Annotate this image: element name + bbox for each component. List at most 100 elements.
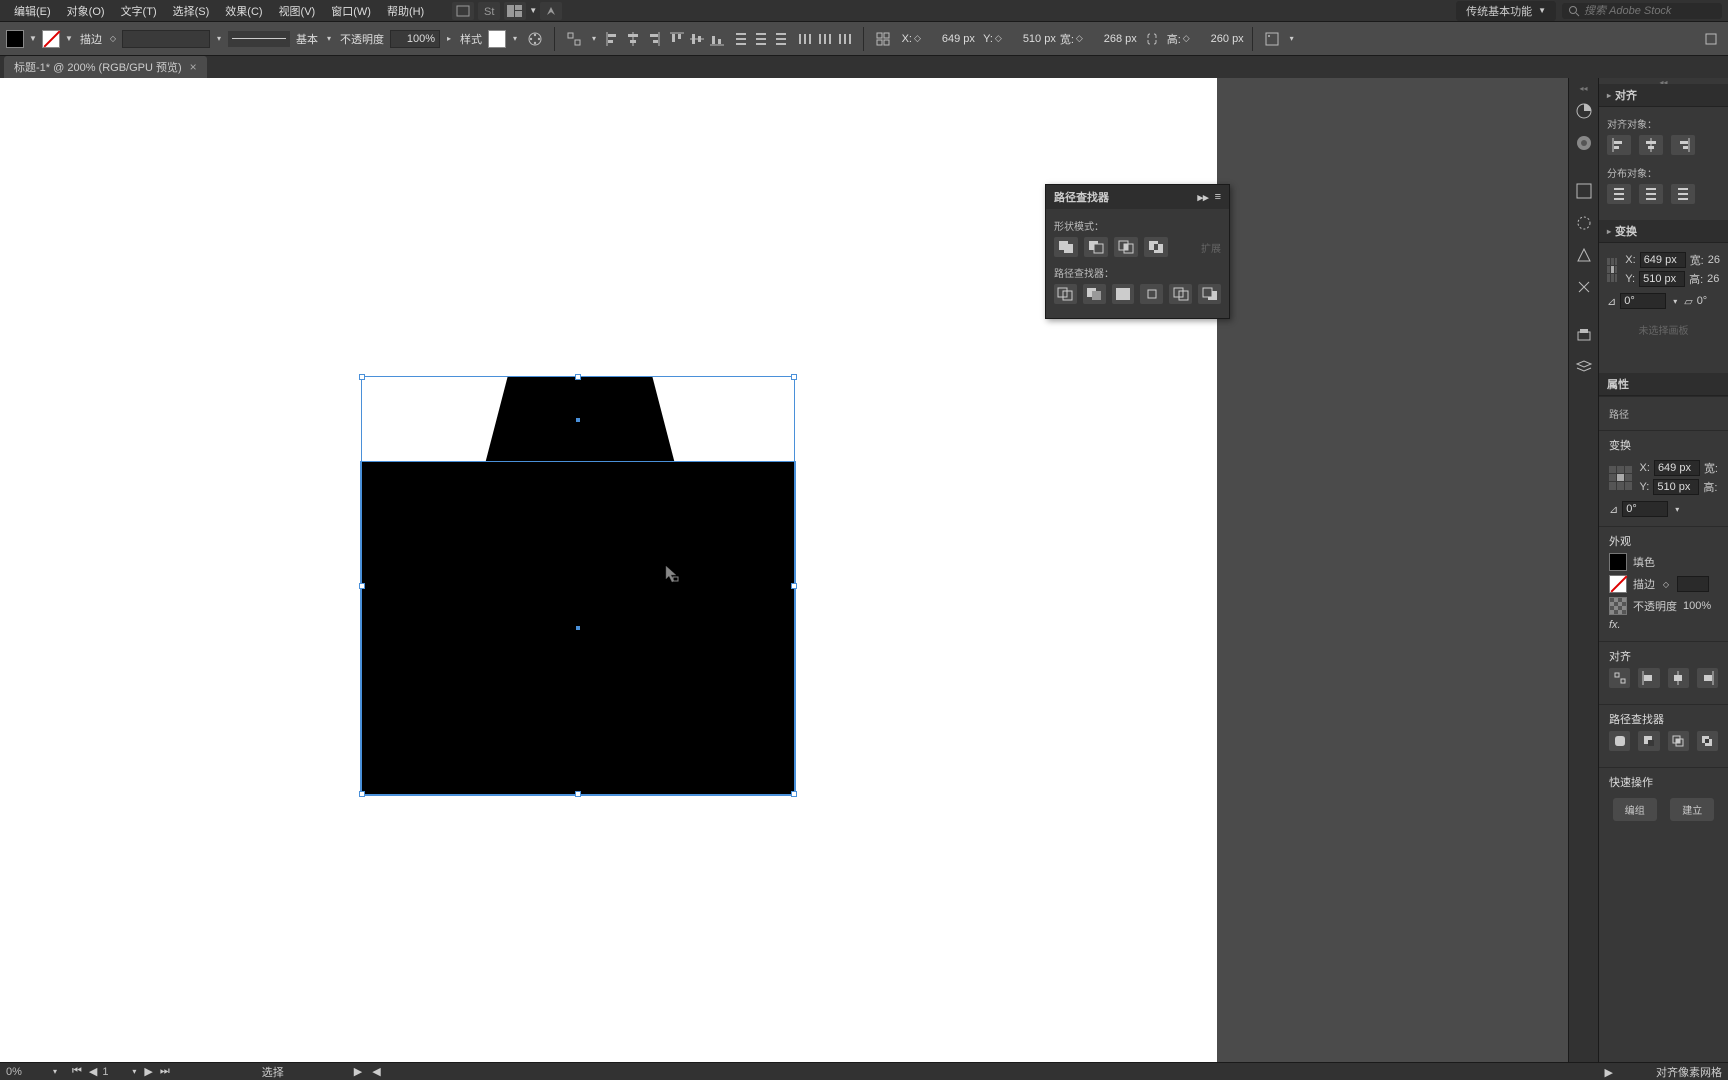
fill-swatch[interactable] <box>6 30 24 48</box>
shape-options-icon[interactable] <box>1261 28 1283 50</box>
gpu-preview-icon[interactable] <box>452 2 474 20</box>
canvas-area[interactable] <box>0 78 1568 1062</box>
menu-object[interactable]: 对象(O) <box>59 0 113 22</box>
intersect-icon[interactable] <box>1114 237 1138 257</box>
stock-icon[interactable]: St <box>478 2 500 20</box>
distribute-hcenter-icon[interactable] <box>815 28 835 50</box>
status-play-icon[interactable]: ▶ <box>354 1065 362 1078</box>
distribute-bottom-icon[interactable] <box>771 28 791 50</box>
stroke-dropdown-icon[interactable]: ▼ <box>64 32 74 46</box>
menu-select[interactable]: 选择(S) <box>165 0 218 22</box>
angle-dropdown-icon[interactable]: ▾ <box>1670 294 1680 308</box>
align-top-icon[interactable] <box>667 28 687 50</box>
pathfinder-header[interactable]: 路径查找器 ▸▸ ≡ <box>1046 185 1229 209</box>
handle-icon[interactable] <box>359 374 365 380</box>
align-left-icon[interactable] <box>603 28 623 50</box>
stroke-panel-icon[interactable] <box>1573 276 1595 298</box>
arrange-dropdown-icon[interactable]: ▼ <box>528 4 538 18</box>
artboard-dropdown-icon[interactable]: ▾ <box>129 1065 139 1079</box>
opacity-dropdown-icon[interactable]: ▸ <box>444 32 454 46</box>
divide-icon[interactable] <box>1054 284 1077 304</box>
distribute-top-icon[interactable] <box>731 28 751 50</box>
prop-opacity-swatch[interactable] <box>1609 597 1627 615</box>
handle-icon[interactable] <box>791 791 797 797</box>
fill-dropdown-icon[interactable]: ▼ <box>28 32 38 46</box>
status-scroll-left-icon[interactable]: ◀ <box>372 1065 380 1078</box>
collapse-icon[interactable]: ▸▸ <box>1198 191 1209 204</box>
isolate-icon[interactable] <box>1700 28 1722 50</box>
dist-vcenter-btn[interactable] <box>1639 184 1663 204</box>
stroke-weight-dropdown-icon[interactable]: ▾ <box>214 32 224 46</box>
align-panel-header[interactable]: ▸ 对齐 <box>1599 84 1728 107</box>
prop-stroke-weight-stepper[interactable]: ◇ <box>1661 577 1671 591</box>
distribute-right-icon[interactable] <box>835 28 855 50</box>
handle-icon[interactable] <box>359 791 365 797</box>
group-button[interactable]: 编组 <box>1613 798 1657 821</box>
selection-bounding-box[interactable] <box>361 376 795 795</box>
pathfinder-panel[interactable]: 路径查找器 ▸▸ ≡ 形状模式： 扩展 路径查找器： <box>1045 184 1230 319</box>
handle-icon[interactable] <box>575 791 581 797</box>
transform-panel-header[interactable]: ▸ 变换 <box>1599 220 1728 243</box>
prop-stroke-weight-input[interactable] <box>1677 576 1709 592</box>
properties-panel-header[interactable]: 属性 <box>1599 373 1728 396</box>
fx-icon[interactable]: fx. <box>1609 619 1621 631</box>
prop-align-to-icon[interactable] <box>1609 668 1630 688</box>
next-artboard-icon[interactable]: ▶ <box>142 1065 154 1079</box>
prop-align-right-icon[interactable] <box>1697 668 1718 688</box>
exclude-icon[interactable] <box>1144 237 1168 257</box>
prop-stroke-swatch[interactable] <box>1609 575 1627 593</box>
align-to-selection-icon[interactable] <box>563 28 585 50</box>
handle-icon[interactable] <box>575 374 581 380</box>
swatches-panel-icon[interactable] <box>1573 180 1595 202</box>
merge-icon[interactable] <box>1112 284 1135 304</box>
stroke-weight-stepper[interactable]: ◇ <box>108 32 118 46</box>
minus-front-icon[interactable] <box>1084 237 1108 257</box>
align-right-btn[interactable] <box>1671 135 1695 155</box>
arrange-docs-icon[interactable] <box>504 2 526 20</box>
h-input[interactable] <box>1192 33 1244 45</box>
artboard[interactable] <box>0 78 1217 1062</box>
tab-close-icon[interactable]: × <box>190 60 197 74</box>
menu-window[interactable]: 窗口(W) <box>323 0 379 22</box>
stroke-profile-dropdown-icon[interactable]: ▾ <box>324 32 334 46</box>
style-dropdown-icon[interactable]: ▾ <box>510 32 520 46</box>
link-xy-icon[interactable]: ◇ <box>914 33 921 44</box>
minus-back-icon[interactable] <box>1198 284 1221 304</box>
outline-icon[interactable] <box>1169 284 1192 304</box>
align-to-dropdown-icon[interactable]: ▾ <box>589 32 599 46</box>
scroll-right-icon[interactable]: ▶ <box>1604 1067 1612 1079</box>
link-wh-icon2[interactable]: ◇ <box>1183 33 1190 44</box>
trim-icon[interactable] <box>1083 284 1106 304</box>
w-input[interactable] <box>1085 33 1137 45</box>
menu-effect[interactable]: 效果(C) <box>217 0 270 22</box>
prop-intersect-icon[interactable] <box>1668 731 1689 751</box>
search-box[interactable] <box>1562 3 1722 19</box>
artboard-input[interactable] <box>102 1065 126 1079</box>
layers-panel-icon[interactable] <box>1573 356 1595 378</box>
recolor-icon[interactable] <box>524 28 546 50</box>
prop-fill-swatch[interactable] <box>1609 553 1627 571</box>
transform-panel-icon[interactable] <box>872 28 894 50</box>
prop-angle-dropdown-icon[interactable]: ▾ <box>1672 502 1682 516</box>
zoom-dropdown-icon[interactable]: ▾ <box>50 1065 60 1079</box>
link-wh-icon[interactable]: ◇ <box>1076 33 1083 44</box>
search-input[interactable] <box>1584 5 1704 17</box>
prop-y-input[interactable] <box>1653 479 1699 495</box>
link-wh-toggle-icon[interactable] <box>1141 28 1163 50</box>
prop-exclude-icon[interactable] <box>1697 731 1718 751</box>
shape-options-dropdown-icon[interactable]: ▾ <box>1287 32 1297 46</box>
opacity-input[interactable] <box>390 30 440 48</box>
prev-artboard-icon[interactable]: ◀ <box>87 1065 99 1079</box>
prop-align-left-icon[interactable] <box>1638 668 1659 688</box>
stroke-swatch[interactable] <box>42 30 60 48</box>
color-guide-icon[interactable] <box>1573 132 1595 154</box>
dist-bottom-btn[interactable] <box>1671 184 1695 204</box>
brushes-panel-icon[interactable] <box>1573 212 1595 234</box>
menu-view[interactable]: 视图(V) <box>271 0 324 22</box>
prop-minus-front-icon[interactable] <box>1638 731 1659 751</box>
unite-icon[interactable] <box>1054 237 1078 257</box>
align-bottom-icon[interactable] <box>707 28 727 50</box>
rocket-icon[interactable] <box>540 2 562 20</box>
prop-reference-point-icon[interactable] <box>1609 466 1632 490</box>
arrange-button[interactable]: 建立 <box>1670 798 1714 821</box>
